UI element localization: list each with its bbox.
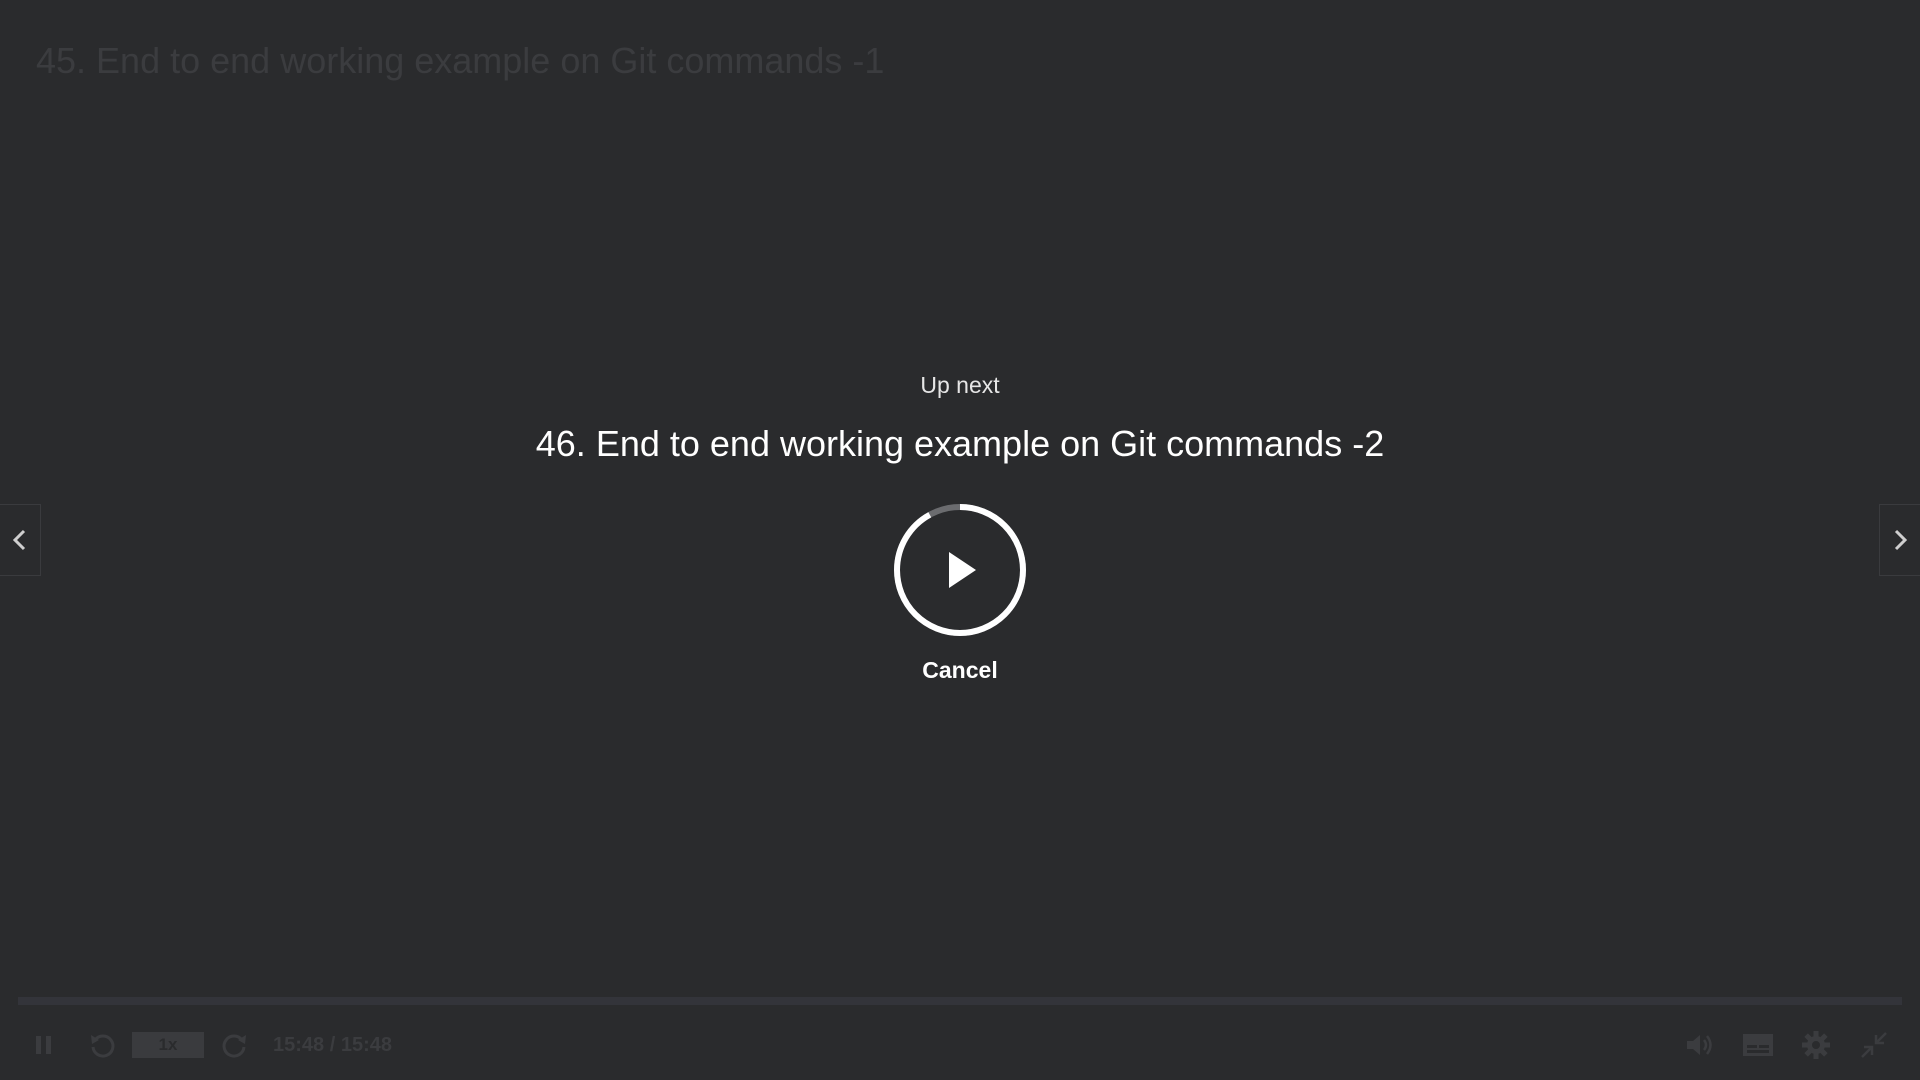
captions-icon	[1743, 1034, 1773, 1056]
current-lecture-title: 45. End to end working example on Git co…	[36, 40, 885, 81]
exit-fullscreen-button[interactable]	[1854, 1025, 1894, 1065]
forward-icon	[222, 1034, 246, 1058]
progress-fill	[18, 997, 1902, 1005]
autoplay-countdown-ring	[894, 504, 1026, 636]
captions-button[interactable]	[1738, 1025, 1778, 1065]
pause-icon	[36, 1036, 51, 1054]
volume-icon	[1687, 1035, 1712, 1055]
volume-button[interactable]	[1680, 1025, 1720, 1065]
time-readout: 15:48 / 15:48	[273, 1034, 392, 1056]
up-next-panel: Up next 46. End to end working example o…	[0, 370, 1920, 685]
control-bar: 1x 15:48 / 15:48	[0, 1025, 1920, 1065]
up-next-label: Up next	[920, 372, 1000, 398]
pause-button[interactable]	[26, 1025, 62, 1065]
forward-button[interactable]	[217, 1025, 253, 1065]
gear-icon	[1802, 1031, 1830, 1059]
playback-speed-button[interactable]: 1x	[132, 1032, 204, 1058]
play-next-button[interactable]	[892, 502, 1028, 638]
cancel-autoplay-button[interactable]: Cancel	[916, 656, 1003, 685]
settings-button[interactable]	[1796, 1025, 1836, 1065]
exit-fullscreen-icon	[1861, 1032, 1887, 1058]
rewind-button[interactable]	[84, 1025, 120, 1065]
progress-bar[interactable]	[18, 997, 1902, 1005]
play-icon	[949, 552, 976, 588]
next-lecture-title: 46. End to end working example on Git co…	[535, 423, 1385, 464]
rewind-icon	[91, 1034, 115, 1058]
video-player[interactable]: 45. End to end working example on Git co…	[0, 0, 1920, 1080]
